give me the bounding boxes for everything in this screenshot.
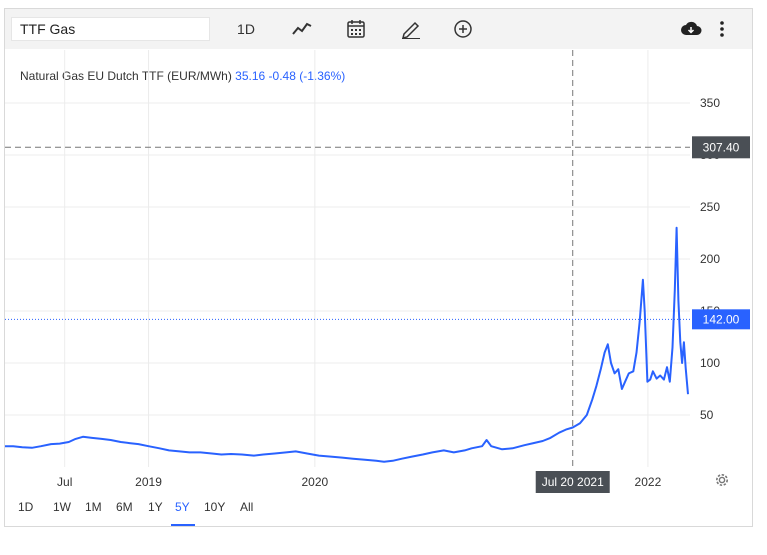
y-tick-label: 50	[700, 408, 714, 422]
crosshair-price-label: 307.40	[703, 140, 740, 154]
range-1m[interactable]: 1M	[85, 499, 102, 515]
current-price-label: 142.00	[703, 312, 740, 326]
x-tick-label: 2022	[635, 475, 662, 489]
range-all[interactable]: All	[240, 499, 253, 515]
range-5y[interactable]: 5Y	[175, 499, 190, 515]
y-tick-label: 250	[700, 200, 720, 214]
price-chart[interactable]: 50100150200250300350Jul201920202022307.4…	[0, 0, 767, 555]
range-1d[interactable]: 1D	[18, 499, 33, 515]
range-1y[interactable]: 1Y	[148, 499, 163, 515]
price-series-line	[5, 226, 689, 463]
range-10y[interactable]: 10Y	[204, 499, 225, 515]
active-range-indicator	[171, 524, 195, 526]
range-6m[interactable]: 6M	[116, 499, 133, 515]
x-tick-label: 2020	[301, 475, 328, 489]
x-tick-label: Jul	[57, 475, 72, 489]
y-tick-label: 100	[700, 356, 720, 370]
crosshair-time-label: Jul 20 2021	[542, 475, 604, 489]
y-tick-label: 350	[700, 96, 720, 110]
gear-icon[interactable]	[714, 472, 730, 488]
x-tick-label: 2019	[135, 475, 162, 489]
y-tick-label: 200	[700, 252, 720, 266]
range-1w[interactable]: 1W	[53, 499, 71, 515]
